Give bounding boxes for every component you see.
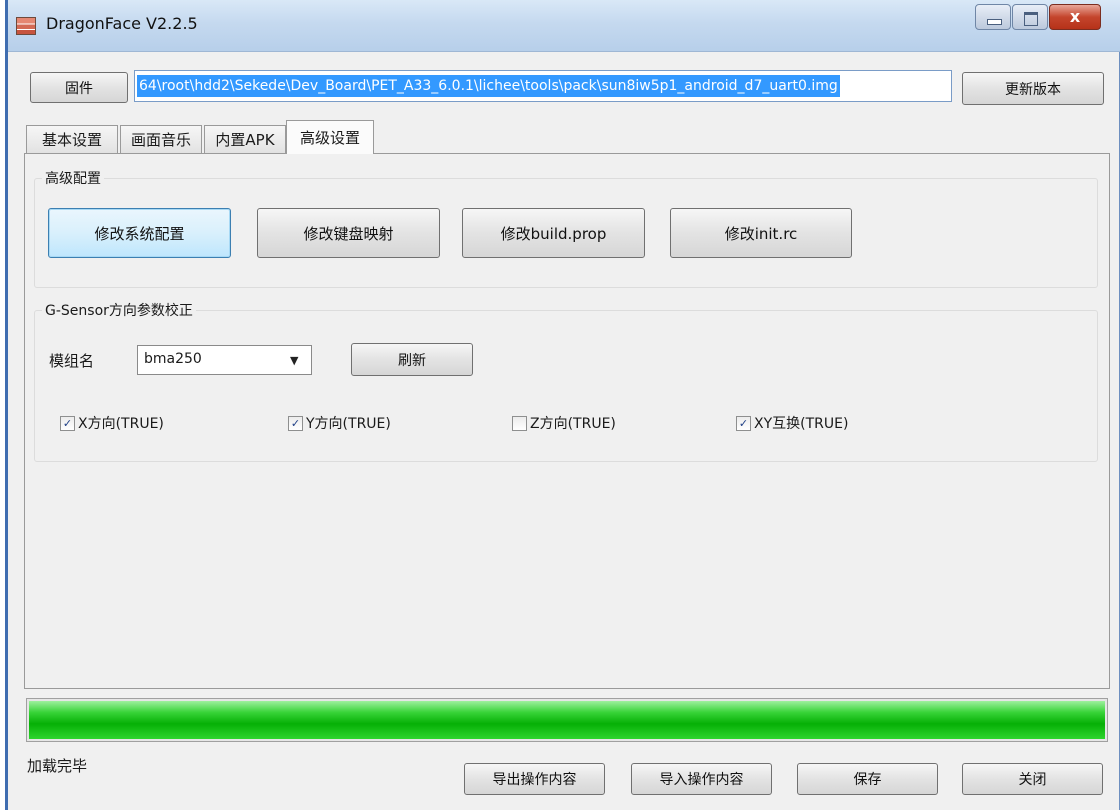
checkbox-box[interactable]: ✓	[736, 415, 751, 431]
firmware-path-input[interactable]: 64\root\hdd2\Sekede\Dev_Board\PET_A33_6.…	[134, 70, 952, 102]
minimize-button[interactable]	[975, 4, 1011, 30]
maximize-icon	[1024, 12, 1038, 26]
app-icon	[16, 17, 36, 35]
checkbox-box[interactable]	[512, 415, 527, 431]
import-actions-button[interactable]: 导入操作内容	[631, 763, 772, 795]
tab-basic-settings[interactable]: 基本设置	[26, 125, 118, 153]
module-name-dropdown[interactable]: bma250 ▼	[137, 345, 312, 375]
gsensor-group-title: G-Sensor方向参数校正	[42, 300, 196, 320]
modify-keymap-button[interactable]: 修改键盘映射	[257, 208, 440, 258]
refresh-button[interactable]: 刷新	[351, 343, 473, 376]
dropdown-arrow-icon: ▼	[290, 354, 299, 367]
checkbox-z-direction[interactable]: Z方向(TRUE)	[512, 413, 616, 433]
modify-build-prop-button[interactable]: 修改build.prop	[462, 208, 645, 258]
close-window-button[interactable]: x	[1049, 4, 1101, 30]
checkbox-y-direction[interactable]: ✓ Y方向(TRUE)	[288, 413, 391, 433]
progress-bar	[26, 698, 1108, 742]
status-text: 加载完毕	[27, 757, 88, 775]
checkbox-xy-swap[interactable]: ✓ XY互换(TRUE)	[736, 413, 848, 433]
tab-builtin-apk[interactable]: 内置APK	[204, 125, 286, 153]
window-title: DragonFace V2.2.5	[46, 14, 198, 33]
modify-init-rc-button[interactable]: 修改init.rc	[670, 208, 852, 258]
checkbox-label: Z方向(TRUE)	[530, 416, 616, 432]
update-version-button[interactable]: 更新版本	[962, 72, 1104, 105]
save-button[interactable]: 保存	[797, 763, 938, 795]
tab-picture-music[interactable]: 画面音乐	[120, 125, 202, 153]
checkbox-box[interactable]: ✓	[60, 415, 75, 431]
checkbox-label: XY互换(TRUE)	[754, 416, 849, 432]
export-actions-button[interactable]: 导出操作内容	[464, 763, 605, 795]
checkbox-label: X方向(TRUE)	[78, 416, 164, 432]
tab-advanced-settings[interactable]: 高级设置	[286, 120, 374, 154]
minimize-icon	[987, 19, 1002, 25]
progress-fill	[29, 701, 1105, 739]
module-name-label: 模组名	[49, 352, 95, 370]
gsensor-group	[34, 310, 1098, 462]
checkbox-x-direction[interactable]: ✓ X方向(TRUE)	[60, 413, 164, 433]
module-name-value: bma250	[144, 351, 202, 367]
maximize-button[interactable]	[1012, 4, 1048, 30]
close-icon: x	[1069, 7, 1081, 26]
firmware-path-text: 64\root\hdd2\Sekede\Dev_Board\PET_A33_6.…	[137, 75, 840, 97]
advanced-config-title: 高级配置	[42, 168, 104, 188]
close-button[interactable]: 关闭	[962, 763, 1103, 795]
checkbox-box[interactable]: ✓	[288, 415, 303, 431]
modify-system-config-button[interactable]: 修改系统配置	[48, 208, 231, 258]
firmware-button[interactable]: 固件	[30, 72, 128, 103]
checkbox-label: Y方向(TRUE)	[306, 416, 391, 432]
